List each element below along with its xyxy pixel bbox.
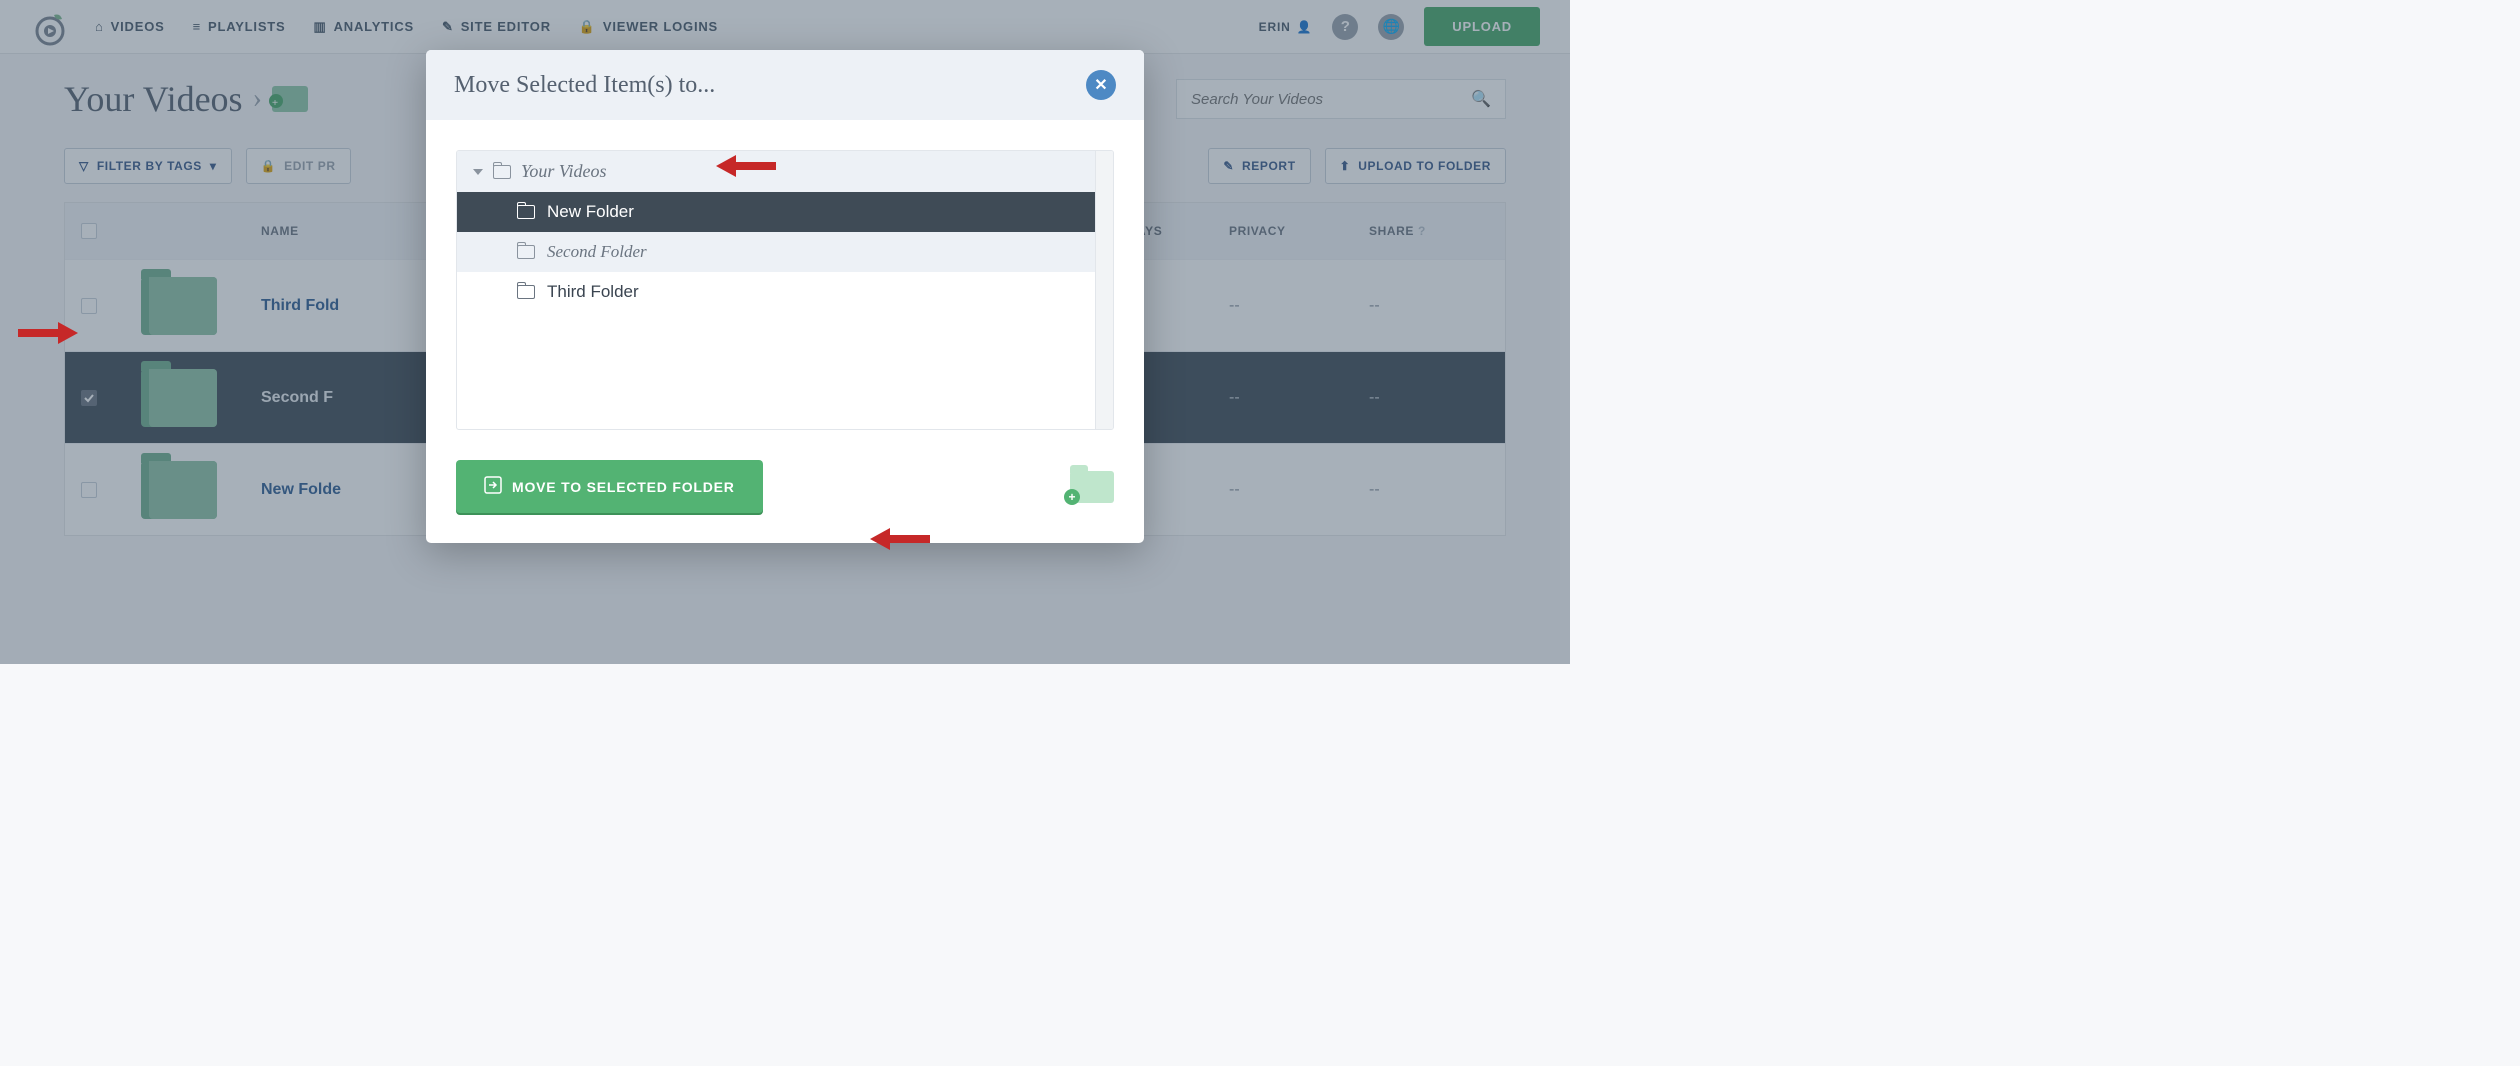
tree-root[interactable]: Your Videos	[457, 151, 1113, 192]
tree-item-second-folder[interactable]: Second Folder	[457, 232, 1113, 272]
annotation-arrow	[870, 528, 930, 550]
modal-title: Move Selected Item(s) to...	[454, 72, 715, 99]
folder-icon	[493, 165, 511, 179]
move-modal: Move Selected Item(s) to... ✕ Your Video…	[426, 50, 1144, 543]
tree-item-third-folder[interactable]: Third Folder	[457, 272, 1113, 312]
tree-item-new-folder[interactable]: New Folder	[457, 192, 1113, 232]
create-folder-button[interactable]	[1070, 471, 1114, 503]
tree-scrollbar[interactable]	[1095, 151, 1113, 429]
folder-icon	[517, 245, 535, 259]
move-icon	[484, 476, 502, 497]
close-icon[interactable]: ✕	[1086, 70, 1116, 100]
annotation-arrow	[18, 322, 78, 344]
folder-icon	[517, 285, 535, 299]
caret-down-icon	[473, 169, 483, 175]
move-to-selected-folder-button[interactable]: MOVE TO SELECTED FOLDER	[456, 460, 763, 513]
folder-icon	[517, 205, 535, 219]
annotation-arrow	[716, 155, 776, 177]
folder-tree: Your Videos New Folder Second Folder Thi…	[456, 150, 1114, 430]
modal-header: Move Selected Item(s) to... ✕	[426, 50, 1144, 120]
